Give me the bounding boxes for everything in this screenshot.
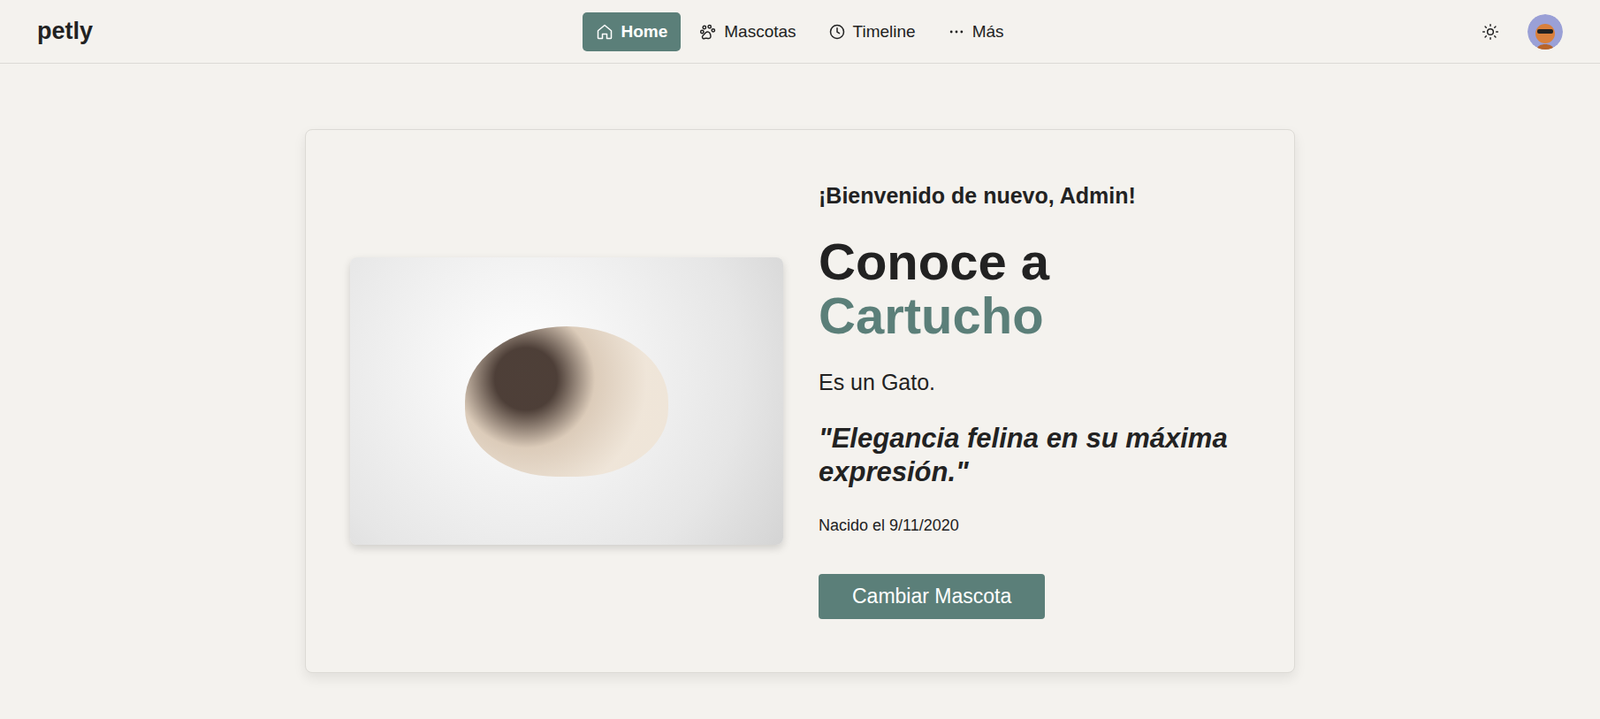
page: petly Home Mascotas Timeline Más ¡Bienve… [0,0,1600,719]
main-content: ¡Bienvenido de nuevo, Admin! Conoce a Ca… [0,63,1600,673]
main-nav: Home Mascotas Timeline Más [582,12,1017,52]
change-pet-button[interactable]: Cambiar Mascota [818,573,1045,619]
pet-card: ¡Bienvenido de nuevo, Admin! Conoce a Ca… [304,129,1296,673]
header-actions [1017,14,1563,50]
nav-label: Timeline [853,22,916,42]
pet-quote: "Elegancia felina en su máxima expresión… [818,421,1250,491]
pet-species: Es un Gato. [818,369,1250,396]
nav-item[interactable]: Home [582,12,681,52]
logo[interactable]: petly [37,17,583,46]
nav-label: Home [620,22,668,42]
birth-date: Nacido el 9/11/2020 [818,516,1250,535]
species-prefix: Es un [818,369,876,395]
avatar-icon [1527,14,1563,50]
user-avatar[interactable] [1527,14,1563,50]
home-icon [595,22,614,41]
pet-photo [350,257,784,545]
title-prefix: Conoce a [818,235,1250,290]
pet-info: ¡Bienvenido de nuevo, Admin! Conoce a Ca… [818,182,1250,619]
theme-toggle[interactable] [1478,19,1503,45]
pet-name: Cartucho [818,289,1250,343]
clock-icon [828,22,846,41]
nav-item[interactable]: Mascotas [685,12,809,52]
nav-label: Más [972,22,1005,42]
nav-item[interactable]: Más [934,12,1018,52]
cat-figure [464,326,669,477]
dots-icon [947,22,966,41]
sun-icon [1481,22,1500,41]
welcome-text: ¡Bienvenido de nuevo, Admin! [818,182,1250,209]
nav-label: Mascotas [723,22,796,42]
species-value: Gato. [881,369,936,395]
top-bar: petly Home Mascotas Timeline Más [0,0,1600,64]
pet-title: Conoce a Cartucho [818,235,1250,343]
paw-icon [699,22,717,41]
nav-item[interactable]: Timeline [815,12,930,52]
